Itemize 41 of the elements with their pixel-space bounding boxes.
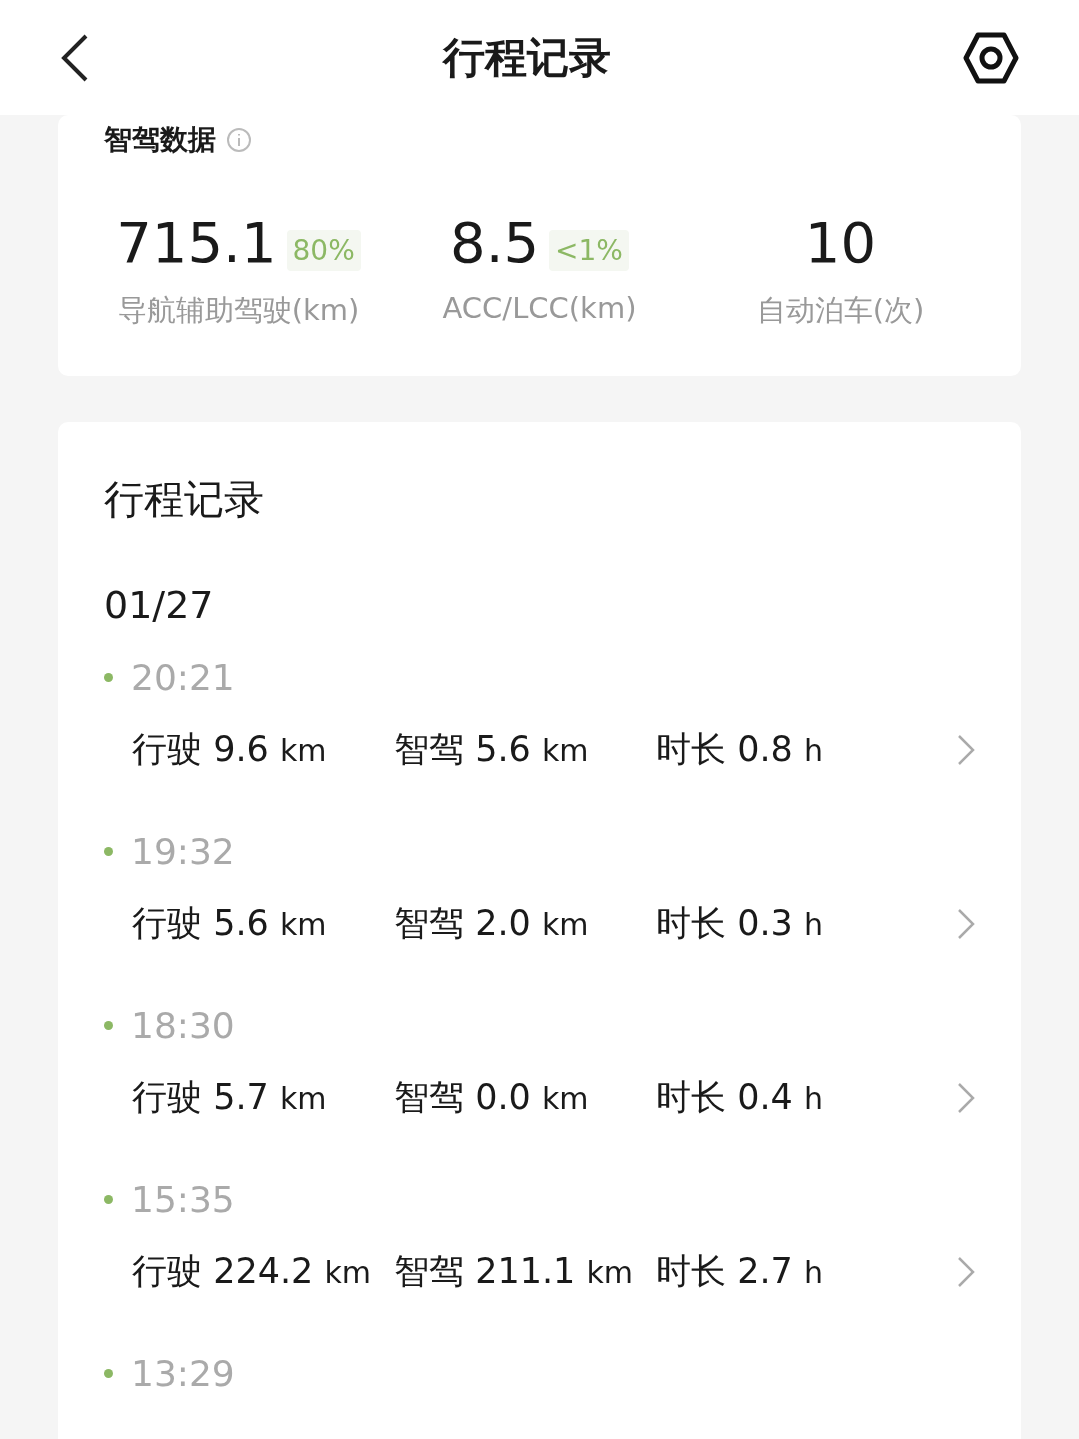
chevron-right-icon[interactable] <box>957 1081 975 1114</box>
trip-time: 15:35 <box>131 1179 235 1220</box>
trip-time: 18:30 <box>131 1005 235 1046</box>
info-icon[interactable] <box>226 127 252 153</box>
trip-time: 13:29 <box>131 1353 235 1394</box>
timeline-dot <box>104 1195 113 1204</box>
trip-stat: 时长 0.3 h <box>656 902 824 945</box>
section-title: 智驾数据 <box>104 122 216 158</box>
percent-badge: 80% <box>286 230 361 271</box>
trip-stat: 行驶 9.6 km <box>132 728 328 771</box>
trip-time: 19:32 <box>131 831 235 872</box>
stat-value: 8.5 <box>450 215 540 271</box>
trip-stat: 行驶 224.2 km <box>132 1250 373 1293</box>
trip-stat: 时长 0.4 h <box>656 1076 824 1119</box>
page-title: 行程记录 <box>442 31 611 84</box>
trip-stat: 时长 0.8 h <box>656 728 824 771</box>
section-title: 行程记录 <box>104 475 265 524</box>
trip-stat: 行驶 5.6 km <box>132 902 328 945</box>
timeline-dot <box>104 1021 113 1030</box>
timeline-dot <box>104 847 113 856</box>
percent-badge: <1% <box>549 230 629 271</box>
trip-stat: 智驾 211.1 km <box>394 1250 635 1293</box>
chevron-right-icon[interactable] <box>957 907 975 940</box>
chevron-right-icon[interactable] <box>957 1255 975 1288</box>
stat-value: 715.1 <box>116 215 277 271</box>
timeline-dot <box>104 1369 113 1378</box>
trip-time: 20:21 <box>131 657 235 698</box>
stat-label: 自动泊车(次) <box>756 292 925 329</box>
stat-label: 导航辅助驾驶(km) <box>117 292 360 329</box>
back-icon[interactable] <box>60 32 90 83</box>
trip-date: 01/27 <box>104 583 215 627</box>
trip-stat: 行驶 5.7 km <box>132 1076 328 1119</box>
chevron-right-icon[interactable] <box>957 733 975 766</box>
trip-stat: 智驾 5.6 km <box>394 728 590 771</box>
timeline-dot <box>104 673 113 682</box>
hexagon-nut-icon[interactable] <box>963 31 1019 84</box>
stat-label: ACC/LCC(km) <box>442 291 637 325</box>
trip-stat: 智驾 0.0 km <box>394 1076 590 1119</box>
trip-stat: 时长 2.7 h <box>656 1250 824 1293</box>
stat-value: 10 <box>804 215 877 271</box>
trip-stat: 智驾 2.0 km <box>394 902 590 945</box>
